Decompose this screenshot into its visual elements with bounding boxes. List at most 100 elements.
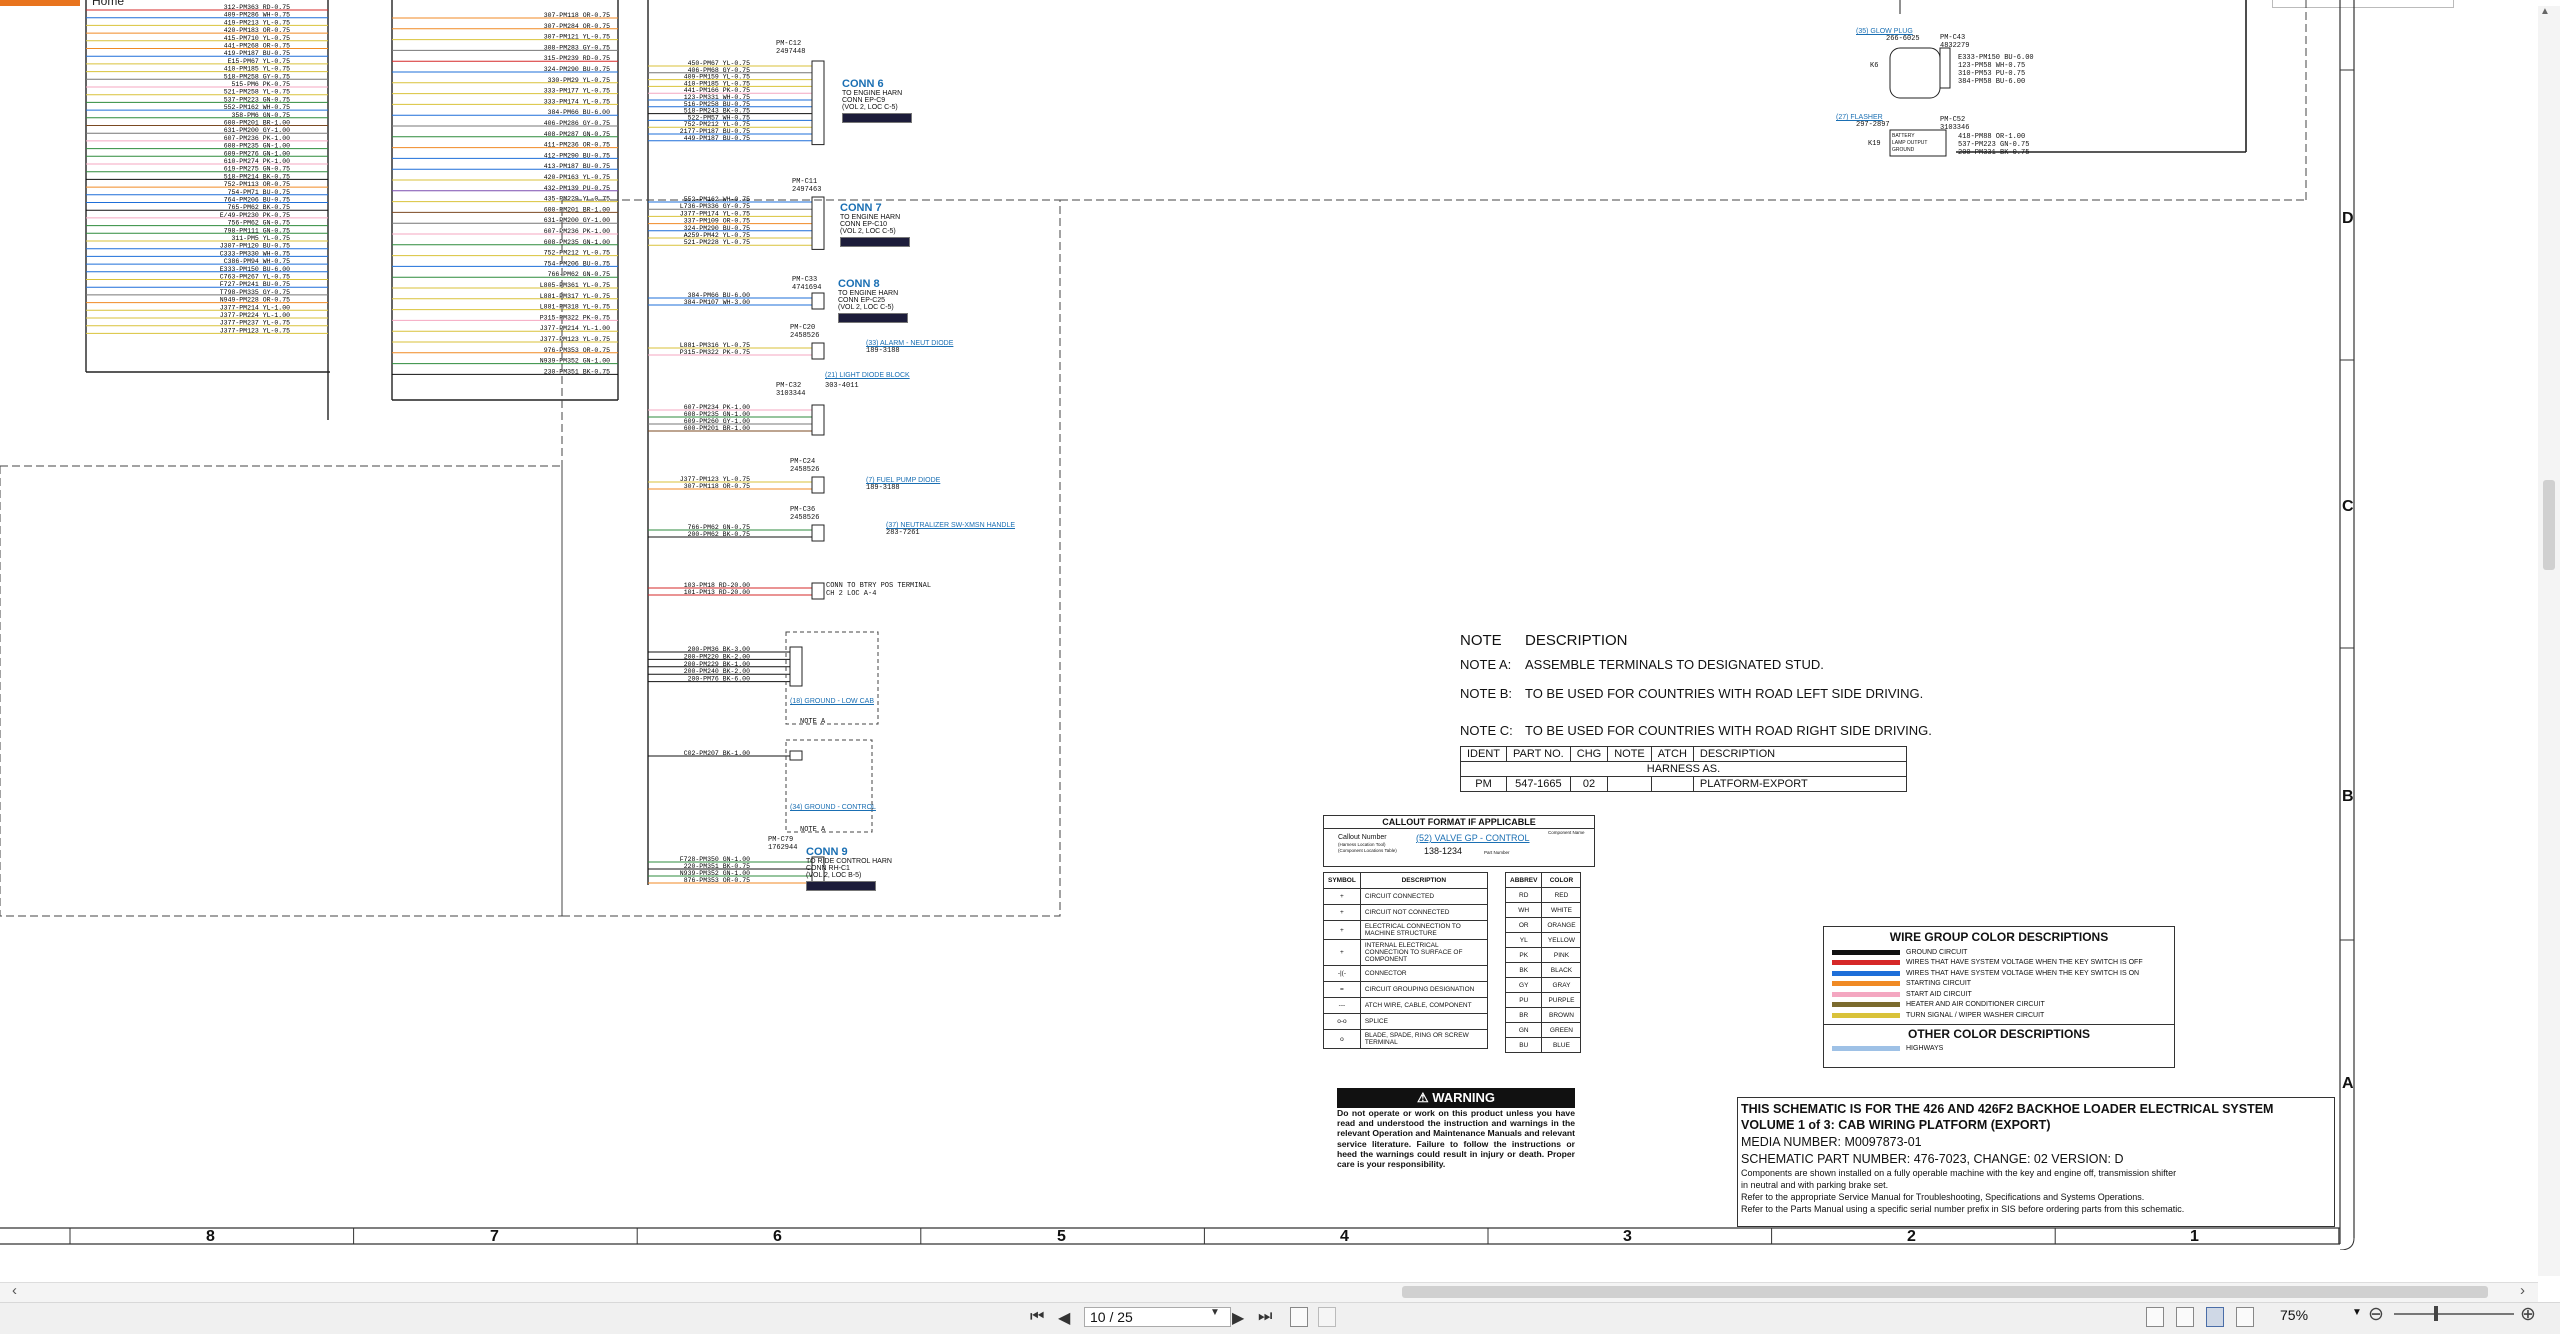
left-a-wire-38: T798-PM335 GY-0.75 xyxy=(220,289,290,296)
page-number-input[interactable]: 10 / 25 xyxy=(1084,1307,1231,1327)
gnd-cab-wire-5: 200-PM76 BK-6.00 xyxy=(688,676,751,683)
symbol-glyph: = xyxy=(1323,981,1361,998)
gnd-ctrl-wire-1: C02-PM207 BK-1.00 xyxy=(684,750,750,757)
glow-plug-link[interactable]: (35) GLOW PLUG xyxy=(1856,28,1920,35)
next-page-icon[interactable]: ▶ xyxy=(1232,1308,1244,1328)
zoom-slider-handle[interactable] xyxy=(2434,1306,2438,1321)
c32-link-block[interactable]: (21) LIGHT DIODE BLOCK xyxy=(825,372,910,379)
vertical-scrollbar[interactable] xyxy=(2538,6,2560,1276)
flasher-pin-1: BATTERY xyxy=(1892,133,1915,139)
left-a-wire-17: 631-PM200 GY-1.00 xyxy=(224,127,290,134)
conn8-callout-box[interactable] xyxy=(838,313,908,323)
symbol-desc: CONNECTOR xyxy=(1359,965,1488,982)
c20-link-block[interactable]: (33) ALARM - NEUT DIODE 189-3188 xyxy=(866,340,953,355)
title-part-number: SCHEMATIC PART NUMBER: 476-7023, CHANGE:… xyxy=(1741,1152,2124,1166)
c24-link[interactable]: (7) FUEL PUMP DIODE xyxy=(866,477,940,484)
abbrev-row: WH WHITE xyxy=(1504,902,1582,918)
gnd-cab-link-block[interactable]: (18) GROUND - LOW CAB xyxy=(790,698,874,705)
c36-link[interactable]: (37) NEUTRALIZER SW-XMSN HANDLE xyxy=(886,522,1015,529)
page-dropdown-icon[interactable]: ▼ xyxy=(1210,1307,1220,1318)
left-b-wire-21: 607-PM236 PK-1.00 xyxy=(544,228,610,235)
ident-h-partno: PART NO. xyxy=(1506,746,1571,762)
left-b-wire-3: 307-PM121 YL-0.75 xyxy=(544,34,610,41)
left-a-wire-2: 409-PM286 WH-0.75 xyxy=(224,12,290,19)
left-a-wire-1: 312-PM363 RD-0.75 xyxy=(224,4,290,11)
callout-format-example[interactable]: (52) VALVE GP - CONTROL xyxy=(1416,833,1530,843)
conn9-title[interactable]: CONN 9 xyxy=(806,846,892,858)
note-b-desc: TO BE USED FOR COUNTRIES WITH ROAD LEFT … xyxy=(1525,686,1924,701)
continuous-mode-icon[interactable] xyxy=(2176,1307,2194,1327)
callout-format-line1c: (Component Locations Table) xyxy=(1338,848,1397,853)
zoom-dropdown-icon[interactable]: ▼ xyxy=(2352,1307,2362,1318)
conn7-wire-1: 552-PM162 WH-0.75 xyxy=(684,196,750,203)
single-page-mode-icon[interactable] xyxy=(2146,1307,2164,1327)
wire-group-desc: HEATER AND AIR CONDITIONER CIRCUIT xyxy=(1906,1001,2045,1009)
wire-group-swatch xyxy=(1832,1012,1900,1018)
conn7-wire-connector-body xyxy=(811,196,825,250)
wire-group-desc: TURN SIGNAL / WIPER WASHER CIRCUIT xyxy=(1906,1011,2045,1019)
other-color-title: OTHER COLOR DESCRIPTIONS xyxy=(1824,1023,2174,1041)
conn6-sub-2: CONN EP-C9 xyxy=(842,97,886,104)
single-page-view-icon[interactable] xyxy=(1290,1307,1308,1327)
conn6-label[interactable]: CONN 6 TO ENGINE HARN CONN EP-C9 (VOL 2,… xyxy=(842,78,912,123)
conn7-label[interactable]: CONN 7 TO ENGINE HARN CONN EP-C10 (VOL 2… xyxy=(840,202,910,247)
cover-mode-icon[interactable] xyxy=(2236,1307,2254,1327)
left-b-wire-16: 420-PM163 YL-0.75 xyxy=(544,174,610,181)
left-a-wire-6: 441-PM268 OR-0.75 xyxy=(224,43,290,50)
left-b-wire-2: 307-PM284 OR-0.75 xyxy=(544,23,610,30)
zone-letter-a: A xyxy=(2342,1075,2354,1092)
glow-plug-callout[interactable]: (35) GLOW PLUG 266-6025 xyxy=(1856,28,1920,43)
abbrev-row: GN GREEN xyxy=(1504,1022,1582,1038)
gnd-cab-link[interactable]: (18) GROUND - LOW CAB xyxy=(790,698,874,705)
left-b-wire-14: 412-PM290 BU-0.75 xyxy=(544,152,610,159)
c20-block: PM-C20 2458526 xyxy=(790,324,819,340)
horizontal-scroll-thumb[interactable] xyxy=(1402,1286,2488,1298)
flasher-link[interactable]: (27) FLASHER xyxy=(1836,114,1890,121)
left-b-wire-8: 333-PM177 YL-0.75 xyxy=(544,88,610,95)
zone-number-3: 3 xyxy=(1623,1228,1632,1245)
c36-part: 2458526 xyxy=(790,514,820,522)
c20-link[interactable]: (33) ALARM - NEUT DIODE xyxy=(866,340,953,347)
symbol-glyph: o-o xyxy=(1323,1013,1361,1030)
symbol-desc: ATCH WIRE, CABLE, COMPONENT xyxy=(1359,997,1488,1014)
vertical-scroll-thumb[interactable] xyxy=(2543,480,2555,570)
first-page-icon[interactable]: ⏮ xyxy=(1030,1308,1044,1326)
gnd-ctrl-link[interactable]: (34) GROUND - CONTROL xyxy=(790,804,876,811)
ident-h-ident: IDENT xyxy=(1460,746,1507,762)
conn8-title[interactable]: CONN 8 xyxy=(838,278,908,290)
c36-link-block[interactable]: (37) NEUTRALIZER SW-XMSN HANDLE 283-7261 xyxy=(886,522,1015,537)
conn9-callout-box[interactable] xyxy=(806,881,876,891)
zone-number-1: 1 xyxy=(2190,1228,2199,1245)
scroll-right-icon[interactable]: › xyxy=(2520,1282,2525,1299)
conn7-wire-3: J377-PM174 YL-0.75 xyxy=(680,210,750,217)
conn7-id: PM-C11 xyxy=(792,178,818,186)
two-page-view-icon[interactable] xyxy=(1318,1307,1336,1327)
facing-mode-icon[interactable] xyxy=(2206,1307,2224,1327)
conn6-title[interactable]: CONN 6 xyxy=(842,78,912,90)
c32-link[interactable]: (21) LIGHT DIODE BLOCK xyxy=(825,372,910,379)
conn6-part: 2497448 xyxy=(776,48,806,56)
scroll-left-icon[interactable]: ‹ xyxy=(12,1282,17,1299)
conn9-label[interactable]: CONN 9 TO RIDE CONTROL HARN CONN RH-C1 (… xyxy=(806,846,892,891)
gnd-ctrl-link-block[interactable]: (34) GROUND - CONTROL xyxy=(790,804,876,811)
prev-page-icon[interactable]: ◀ xyxy=(1058,1308,1070,1328)
left-b-wire-12: 408-PM287 GN-0.75 xyxy=(544,131,610,138)
conn8-label[interactable]: CONN 8 TO ENGINE HARN CONN EP-C25 (VOL 2… xyxy=(838,278,908,323)
battery-note: CONN TO BTRY POS TERMINAL CH 2 LOC A-4 xyxy=(826,582,931,598)
ident-row-ident: PM xyxy=(1460,776,1507,792)
conn8-part: 4741694 xyxy=(792,284,822,292)
flasher-callout[interactable]: (27) FLASHER 297-2897 xyxy=(1836,114,1890,129)
zoom-slider[interactable] xyxy=(2394,1313,2514,1315)
conn7-title[interactable]: CONN 7 xyxy=(840,202,910,214)
zoom-value[interactable]: 75% xyxy=(2280,1307,2308,1323)
conn7-callout-box[interactable] xyxy=(840,237,910,247)
zoom-in-icon[interactable]: ⊕ xyxy=(2520,1303,2536,1326)
left-b-wire-5: 315-PM239 RD-0.75 xyxy=(544,55,610,62)
wire-group-row: START AID CIRCUIT xyxy=(1824,989,2174,1000)
conn6-callout-box[interactable] xyxy=(842,113,912,123)
scroll-up-icon[interactable]: ▲ xyxy=(2540,6,2550,17)
last-page-icon[interactable]: ⏭ xyxy=(1258,1308,1272,1326)
c24-link-block[interactable]: (7) FUEL PUMP DIODE 189-3188 xyxy=(866,477,940,492)
zoom-out-icon[interactable]: ⊖ xyxy=(2368,1303,2384,1326)
left-a-wire-42: J377-PM237 YL-0.75 xyxy=(220,320,290,327)
